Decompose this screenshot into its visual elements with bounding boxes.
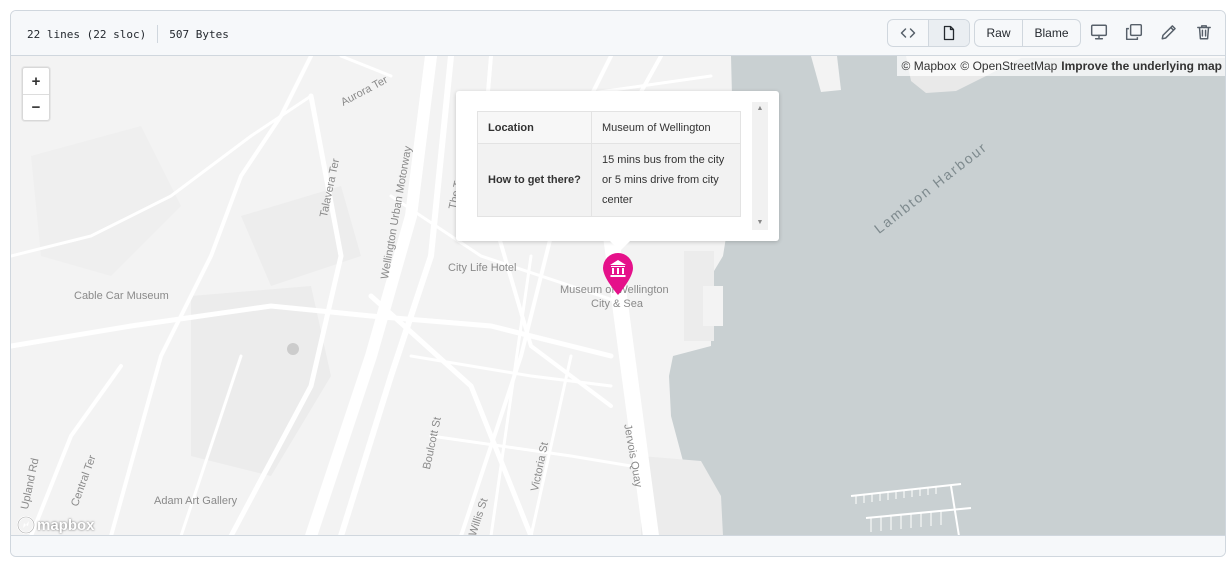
mapbox-logo-icon: [17, 516, 35, 534]
popup-value: 15 mins bus from the city or 5 mins driv…: [591, 143, 741, 217]
trash-icon: [1197, 25, 1211, 40]
mapbox-attribution-link[interactable]: © Mapbox: [902, 59, 957, 73]
divider: [157, 25, 159, 43]
zoom-out-button[interactable]: −: [23, 94, 49, 120]
line-count: 22 lines (22 sloc): [27, 27, 147, 41]
popup-value: Museum of Wellington: [591, 111, 741, 144]
museum-icon: [603, 253, 633, 295]
file-size: 507 Bytes: [169, 27, 229, 41]
city-life-hotel-label: City Life Hotel: [448, 262, 517, 274]
adam-art-gallery-label: Adam Art Gallery: [154, 495, 238, 507]
zoom-control: + −: [22, 67, 50, 121]
improve-map-link[interactable]: Improve the underlying map: [1061, 59, 1222, 73]
code-icon: [900, 28, 916, 38]
map-view[interactable]: Lambton Harbour Cable Car Museum City Li…: [11, 56, 1225, 536]
mapbox-logo[interactable]: mapbox: [17, 516, 95, 534]
file-viewer: 22 lines (22 sloc) 507 Bytes Raw Blame L…: [10, 10, 1226, 557]
museum-label-line2: City & Sea: [591, 298, 643, 310]
popup-table: Location Museum of Wellington How to get…: [477, 111, 741, 217]
museum-marker[interactable]: [601, 252, 635, 296]
file-icon: [943, 25, 955, 41]
map-attribution: © Mapbox © OpenStreetMap Improve the und…: [896, 56, 1225, 76]
copy-button[interactable]: [1124, 22, 1144, 42]
mapbox-logo-text: mapbox: [37, 516, 95, 534]
zoom-in-button[interactable]: +: [23, 68, 49, 94]
desktop-icon: [1090, 24, 1108, 40]
view-toggle: [887, 19, 970, 47]
map-popup: Location Museum of Wellington How to get…: [456, 91, 779, 251]
file-header: 22 lines (22 sloc) 507 Bytes Raw Blame: [11, 11, 1225, 56]
table-row: How to get there? 15 mins bus from the c…: [477, 143, 741, 217]
code-view-button[interactable]: [888, 20, 928, 46]
file-footer: [11, 535, 1225, 556]
file-info: 22 lines (22 sloc) 507 Bytes: [27, 25, 229, 43]
raw-blame-group: Raw Blame: [974, 19, 1081, 47]
popup-key: How to get there?: [477, 143, 592, 217]
copy-icon: [1125, 23, 1143, 41]
file-view-button[interactable]: [928, 20, 969, 46]
delete-button[interactable]: [1194, 22, 1214, 42]
table-row: Location Museum of Wellington: [477, 111, 741, 144]
raw-button[interactable]: Raw: [975, 20, 1022, 46]
open-desktop-button[interactable]: [1089, 22, 1109, 42]
pencil-icon: [1161, 25, 1176, 40]
scroll-down-arrow-icon[interactable]: ▼: [752, 216, 768, 230]
popup-key: Location: [477, 111, 592, 144]
edit-button[interactable]: [1159, 22, 1179, 42]
popup-scrollbar[interactable]: ▲ ▼: [752, 102, 768, 230]
blame-button[interactable]: Blame: [1022, 20, 1080, 46]
osm-attribution-link[interactable]: © OpenStreetMap: [960, 59, 1057, 73]
scroll-up-arrow-icon[interactable]: ▲: [752, 102, 768, 116]
cable-car-museum-label: Cable Car Museum: [74, 290, 169, 302]
